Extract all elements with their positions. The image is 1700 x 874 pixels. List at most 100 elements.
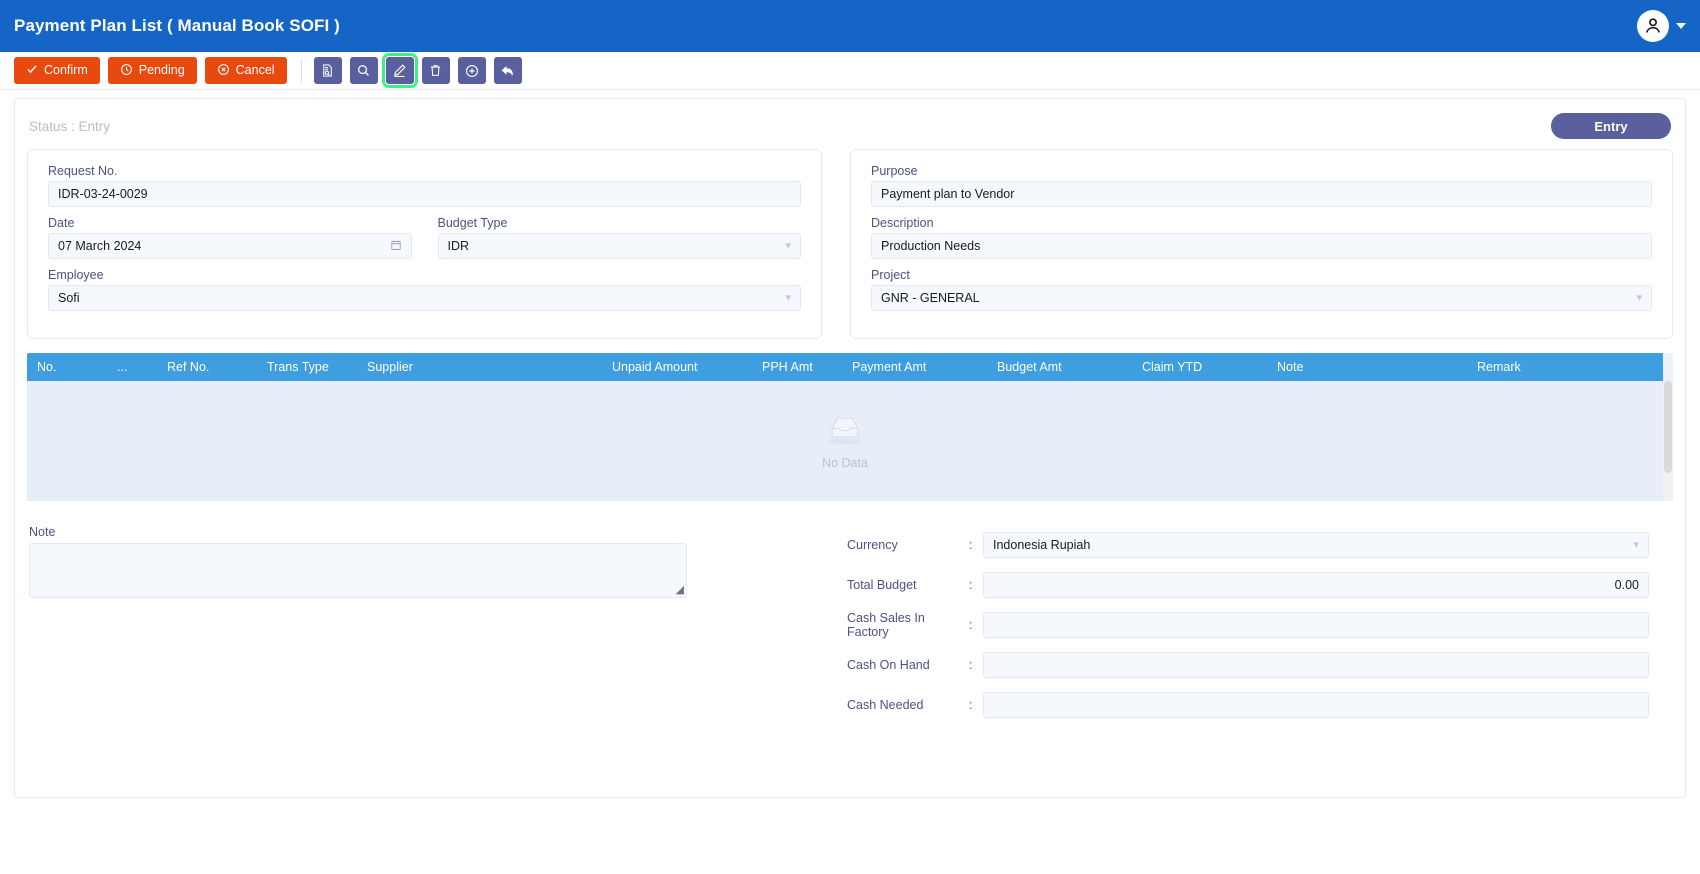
back-button[interactable] [493, 57, 522, 84]
field-employee: Employee Sofi ▾ [48, 268, 801, 311]
date-value: 07 March 2024 [58, 239, 142, 253]
purpose-value: Payment plan to Vendor [881, 187, 1015, 201]
summary-row-label: Currency [847, 538, 898, 552]
summary-row: Total Budget: 0.00 [847, 565, 1649, 605]
search-button[interactable] [349, 57, 378, 84]
status-row: Status : Entry Entry [27, 109, 1673, 143]
back-arrow-icon [500, 63, 516, 79]
pending-button-label: Pending [138, 63, 185, 78]
employee-select[interactable]: Sofi ▾ [48, 285, 801, 311]
cancel-button[interactable]: Cancel [204, 57, 287, 84]
budget-type-select[interactable]: IDR ▾ [437, 233, 801, 259]
header-user-menu[interactable] [1637, 10, 1686, 42]
table-column-header[interactable]: ... [107, 360, 157, 374]
form-panels: Request No. IDR-03-24-0029 Date 07 March… [27, 149, 1673, 339]
no-data-label: No Data [822, 456, 868, 470]
field-project: Project GNR - GENERAL ▾ [871, 268, 1652, 311]
purpose-label: Purpose [871, 164, 918, 178]
scrollbar-thumb[interactable] [1664, 381, 1672, 473]
cancel-button-label: Cancel [235, 63, 275, 78]
chevron-down-icon[interactable]: ▾ [785, 240, 791, 252]
employee-label: Employee [48, 268, 104, 282]
summary-row-label: Cash On Hand [847, 658, 930, 672]
delete-button[interactable] [421, 57, 450, 84]
resize-grip-icon[interactable]: ◢ [676, 585, 684, 596]
add-button[interactable] [457, 57, 486, 84]
action-toolbar: Confirm Pending Cancel [0, 52, 1700, 90]
row-date-budget: Date 07 March 2024 Budget Type IDR ▾ [48, 216, 801, 268]
summary-row-colon: : [969, 698, 973, 712]
document-search-button[interactable] [313, 57, 342, 84]
table-vertical-scrollbar[interactable] [1663, 353, 1673, 501]
note-textarea[interactable]: ◢ [29, 543, 687, 598]
summary-row-colon: : [969, 578, 973, 592]
date-input[interactable]: 07 March 2024 [48, 233, 412, 259]
pending-button[interactable]: Pending [107, 57, 197, 84]
purpose-input[interactable]: Payment plan to Vendor [871, 181, 1652, 207]
field-date: Date 07 March 2024 [48, 216, 412, 259]
description-input[interactable]: Production Needs [871, 233, 1652, 259]
app-header: Payment Plan List ( Manual Book SOFI ) [0, 0, 1700, 52]
table-column-header[interactable]: Ref No. [157, 360, 257, 374]
note-section: Note ◢ [27, 525, 847, 725]
summary-row-colon: : [969, 658, 973, 672]
chevron-down-icon[interactable]: ▾ [1633, 539, 1639, 551]
table-column-header[interactable]: No. [27, 360, 107, 374]
panel-right: Purpose Payment plan to Vendor Descripti… [850, 149, 1673, 339]
table-column-header[interactable]: Trans Type [257, 360, 357, 374]
document-search-icon [320, 63, 335, 78]
summary-row-input[interactable] [983, 692, 1649, 718]
chevron-down-icon[interactable]: ▾ [1636, 292, 1642, 304]
table-column-header[interactable]: Claim YTD [1132, 360, 1267, 374]
project-select[interactable]: GNR - GENERAL ▾ [871, 285, 1652, 311]
summary-row: Cash On Hand: [847, 645, 1649, 685]
empty-inbox-icon [822, 412, 868, 451]
summary-row: Cash Sales In Factory: [847, 605, 1649, 645]
summary-row-input[interactable]: 0.00 [983, 572, 1649, 598]
circle-x-icon [217, 63, 230, 79]
bottom-section: Note ◢ Currency: Indonesia Rupiah ▾ Total B… [27, 525, 1673, 725]
table-column-header[interactable]: Unpaid Amount [602, 360, 752, 374]
summary-row-input[interactable]: Indonesia Rupiah ▾ [983, 532, 1649, 558]
status-label: Status : Entry [29, 118, 111, 134]
chevron-down-icon[interactable]: ▾ [785, 292, 791, 304]
check-icon [26, 63, 38, 78]
summary-row-colon: : [969, 538, 973, 552]
edit-pencil-icon [392, 63, 407, 78]
calendar-icon[interactable] [390, 239, 402, 254]
summary-section: Currency: Indonesia Rupiah ▾ Total Budget: 0… [847, 525, 1673, 725]
clock-icon [120, 63, 133, 79]
table-column-header[interactable]: Payment Amt [842, 360, 987, 374]
table-header-row: No.... Ref No. Trans Type Supplier Unpaid Am… [27, 353, 1663, 381]
project-label: Project [871, 268, 910, 282]
status-badge[interactable]: Entry [1551, 113, 1671, 139]
field-budget-type: Budget Type IDR ▾ [437, 216, 801, 259]
chevron-down-icon[interactable] [1676, 23, 1686, 29]
summary-row-value: 0.00 [1614, 578, 1639, 592]
detail-table: No.... Ref No. Trans Type Supplier Unpaid Am… [27, 353, 1673, 501]
summary-row: Cash Needed: [847, 685, 1649, 725]
request-no-label: Request No. [48, 164, 118, 178]
field-request-no: Request No. IDR-03-24-0029 [48, 164, 801, 207]
note-label: Note [29, 525, 56, 539]
project-value: GNR - GENERAL [881, 291, 980, 305]
edit-button[interactable] [381, 53, 418, 88]
user-avatar-icon[interactable] [1637, 10, 1669, 42]
table-column-header[interactable]: PPH Amt [752, 360, 842, 374]
search-icon [356, 63, 371, 78]
summary-row: Currency: Indonesia Rupiah ▾ [847, 525, 1649, 565]
summary-row-input[interactable] [983, 612, 1649, 638]
description-value: Production Needs [881, 239, 981, 253]
confirm-button[interactable]: Confirm [14, 57, 100, 84]
summary-row-input[interactable] [983, 652, 1649, 678]
table-column-header[interactable]: Remark [1467, 360, 1617, 374]
budget-type-value: IDR [447, 239, 470, 253]
table-column-header[interactable]: Budget Amt [987, 360, 1132, 374]
table-column-header[interactable]: Supplier [357, 360, 602, 374]
table-column-header[interactable]: Note [1267, 360, 1467, 374]
description-label: Description [871, 216, 934, 230]
field-purpose: Purpose Payment plan to Vendor [871, 164, 1652, 207]
date-label: Date [48, 216, 75, 230]
request-no-input[interactable]: IDR-03-24-0029 [48, 181, 801, 207]
summary-row-value: Indonesia Rupiah [993, 538, 1091, 552]
